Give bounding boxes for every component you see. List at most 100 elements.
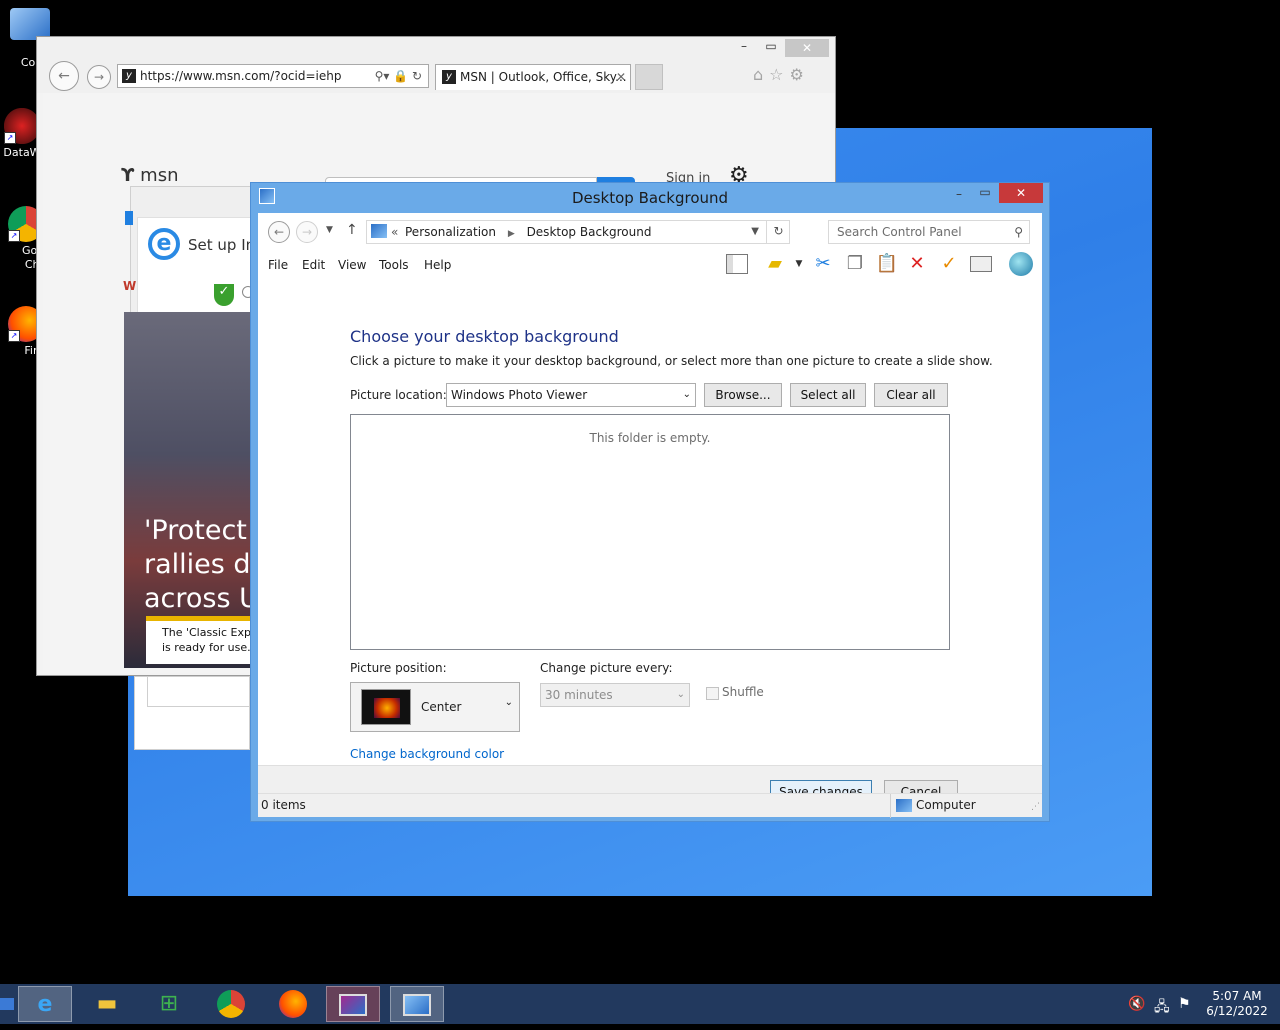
shuffle-label: Shuffle <box>722 685 764 699</box>
maximize-button[interactable]: ▭ <box>764 39 778 53</box>
address-url: https://www.msn.com/?ocid=iehp <box>140 69 342 83</box>
datawatch-icon: ↗ <box>4 108 40 144</box>
shuffle-checkbox[interactable] <box>706 687 719 700</box>
refresh-icon[interactable]: ↻ <box>766 220 790 244</box>
browser-tab[interactable]: y MSN | Outlook, Office, Sky... ✕ <box>435 64 631 90</box>
folder-options-icon[interactable]: ▰ <box>762 251 788 277</box>
menu-file[interactable]: File <box>268 258 288 272</box>
paste-icon[interactable]: 📋 <box>874 251 900 277</box>
back-button[interactable]: ← <box>268 221 290 243</box>
taskbar-store-icon[interactable]: ⊞ <box>142 986 196 1022</box>
back-arrow-icon: ← <box>58 68 70 84</box>
address-bar[interactable]: y https://www.msn.com/?ocid=iehp ⚲▾ 🔒 ↻ <box>117 64 429 88</box>
clock[interactable]: 5:07 AM 6/12/2022 <box>1200 989 1274 1019</box>
page-title: Choose your desktop background <box>350 327 619 346</box>
taskbar: e ▬ ⊞ 🔇 🖧 ⚑ 5:07 AM 6/12/2022 <box>0 984 1280 1024</box>
address-bar[interactable]: « Personalization ▶ Desktop Background ▼… <box>366 220 790 244</box>
desktop-background-window: Desktop Background – ▭ ✕ ← → ▼ ↑ « Perso… <box>250 182 1050 822</box>
forward-button[interactable]: → <box>87 65 111 89</box>
msn-logo[interactable]: ϒ msn <box>121 165 179 186</box>
volume-muted-icon[interactable]: 🔇 <box>1128 996 1145 1012</box>
network-icon[interactable]: 🖧 <box>1154 996 1170 1020</box>
status-items: 0 items <box>261 798 306 812</box>
address-tools-icon[interactable]: ⚲▾ 🔒 ↻ <box>375 65 422 87</box>
breadcrumb-overflow[interactable]: « <box>391 221 398 243</box>
menu-tools[interactable]: Tools <box>379 258 409 272</box>
delete-icon[interactable]: ✕ <box>904 251 930 277</box>
close-button[interactable]: ✕ <box>999 183 1043 203</box>
start-button[interactable] <box>0 998 14 1010</box>
picture-position-select[interactable]: Center ⌄ <box>350 682 520 732</box>
resize-grip-icon[interactable]: ⋰ <box>1031 802 1040 812</box>
action-center-flag-icon[interactable]: ⚑ <box>1178 996 1191 1012</box>
notice-panel <box>134 676 251 750</box>
clock-date: 6/12/2022 <box>1206 1004 1268 1018</box>
chevron-down-icon: ⌄ <box>676 689 685 700</box>
window-title: Desktop Background <box>571 189 729 207</box>
instruction-text: Click a picture to make it your desktop … <box>350 354 993 368</box>
computer-icon <box>896 799 912 812</box>
shortcut-arrow-icon: ↗ <box>8 230 20 242</box>
position-preview-icon <box>361 689 411 725</box>
chevron-right-icon[interactable]: ▶ <box>508 229 515 239</box>
empty-folder-message: This folder is empty. <box>589 431 711 445</box>
chevron-down-icon[interactable]: ▼ <box>786 251 812 277</box>
cut-icon[interactable]: ✂ <box>810 251 836 277</box>
layout-pane-icon[interactable] <box>726 254 748 274</box>
msn-favicon-icon: y <box>122 69 136 83</box>
status-divider <box>890 794 891 818</box>
taskbar-internet-explorer-icon[interactable]: e <box>18 986 72 1022</box>
news-image[interactable]: 'Protect rallies dr across U The 'Classi… <box>124 312 262 668</box>
menu-view[interactable]: View <box>338 258 366 272</box>
browse-button[interactable]: Browse... <box>704 383 782 407</box>
shield-check-icon: ✓ <box>214 284 234 306</box>
chevron-down-icon[interactable]: ▼ <box>751 221 759 243</box>
taskbar-control-panel-icon[interactable] <box>390 986 444 1022</box>
internet-explorer-icon: e <box>148 228 180 260</box>
taskbar-chrome-icon[interactable] <box>217 990 245 1018</box>
taskbar-file-explorer-icon[interactable]: ▬ <box>80 986 134 1022</box>
maximize-button[interactable]: ▭ <box>977 185 993 199</box>
chevron-down-icon: ⌄ <box>504 697 513 708</box>
up-arrow-icon[interactable]: ↑ <box>346 222 358 238</box>
picture-location-select[interactable]: Windows Photo Viewer ⌄ <box>446 383 696 407</box>
globe-icon[interactable] <box>1009 252 1033 276</box>
notice-link-box <box>147 677 251 707</box>
breadcrumb-desktop-background[interactable]: Desktop Background <box>527 225 652 239</box>
status-location: Computer <box>916 798 976 812</box>
menu-help[interactable]: Help <box>424 258 451 272</box>
select-all-button[interactable]: Select all <box>790 383 866 407</box>
forward-button[interactable]: → <box>296 221 318 243</box>
classic-explorer-notice: The 'Classic Expl is ready for use. <box>146 616 256 664</box>
shortcut-arrow-icon: ↗ <box>4 132 16 144</box>
tab-title: MSN | Outlook, Office, Sky... <box>460 70 627 84</box>
rename-icon[interactable] <box>970 256 992 272</box>
taskbar-firefox-icon[interactable] <box>279 990 307 1018</box>
close-tab-icon[interactable]: ✕ <box>616 65 626 89</box>
change-interval-select[interactable]: 30 minutes ⌄ <box>540 683 690 707</box>
breadcrumb-personalization[interactable]: Personalization <box>405 225 496 239</box>
search-input[interactable]: Search Control Panel ⚲ <box>828 220 1030 244</box>
picture-position-label: Picture position: <box>350 661 447 675</box>
close-button[interactable]: ✕ <box>785 39 829 57</box>
side-tab <box>125 211 133 225</box>
new-tab-button[interactable] <box>635 64 663 90</box>
clock-time: 5:07 AM <box>1212 989 1262 1003</box>
home-favorites-tools-icons[interactable]: ⌂☆⚙ <box>753 65 810 84</box>
menu-edit[interactable]: Edit <box>302 258 325 272</box>
copy-icon[interactable]: ❐ <box>842 251 868 277</box>
clear-all-button[interactable]: Clear all <box>874 383 948 407</box>
taskbar-display-settings-icon[interactable] <box>326 986 380 1022</box>
control-panel-icon <box>371 224 387 238</box>
back-button[interactable]: ← <box>49 61 79 91</box>
status-bar: 0 items Computer ⋰ <box>258 793 1042 818</box>
picture-list[interactable]: This folder is empty. <box>350 414 950 650</box>
minimize-button[interactable]: – <box>737 39 751 53</box>
properties-check-icon[interactable]: ✓ <box>936 251 962 277</box>
change-every-label: Change picture every: <box>540 661 673 675</box>
window-client: ← → ▼ ↑ « Personalization ▶ Desktop Back… <box>258 213 1042 818</box>
change-background-color-link[interactable]: Change background color <box>350 747 504 761</box>
recent-locations-icon[interactable]: ▼ <box>326 225 333 235</box>
msn-favicon-icon: y <box>442 70 456 84</box>
minimize-button[interactable]: – <box>951 187 967 201</box>
